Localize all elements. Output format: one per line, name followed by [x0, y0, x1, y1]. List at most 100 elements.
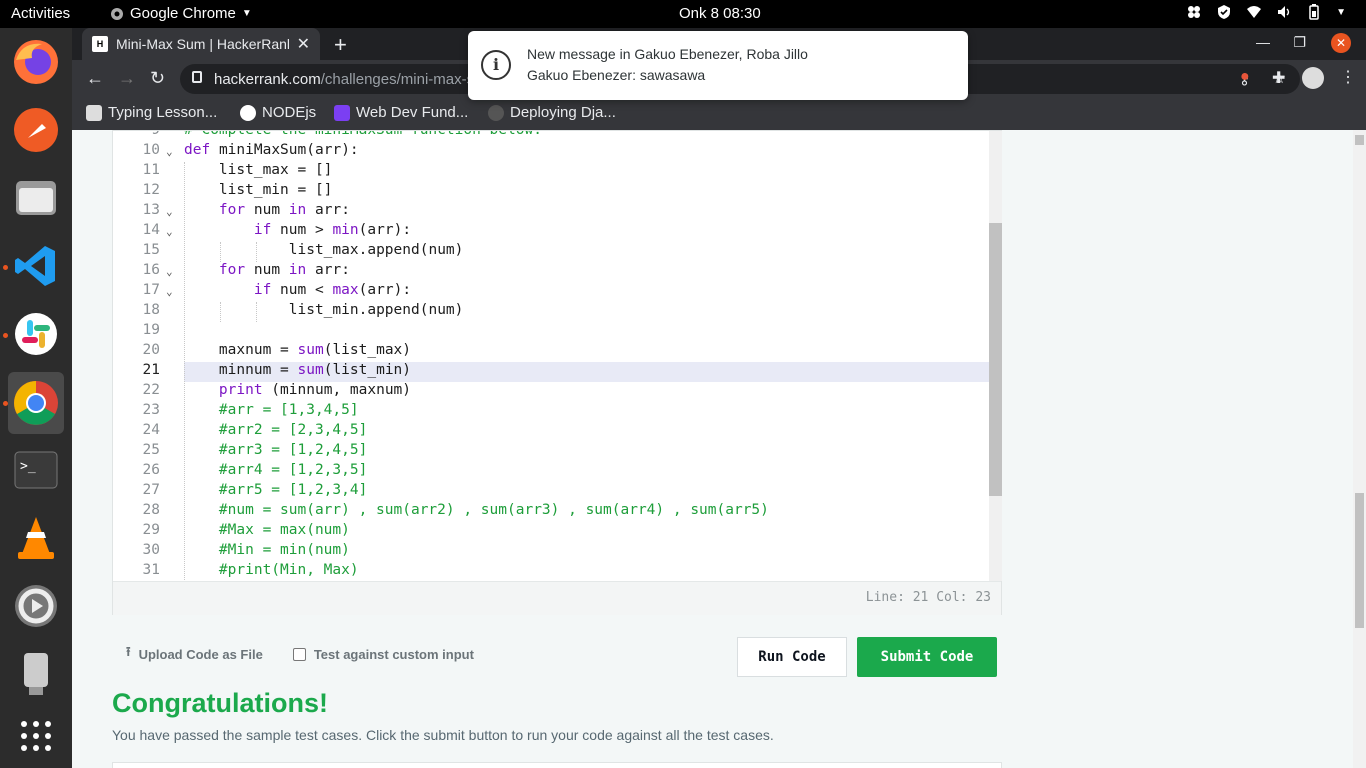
code-line[interactable]: print (minnum, maxnum) [184, 382, 411, 398]
fold-toggle-icon[interactable]: ⌄ [166, 145, 173, 158]
indent-guide [220, 242, 221, 262]
code-line[interactable]: #num = sum(arr) , sum(arr2) , sum(arr3) … [184, 502, 769, 518]
code-line[interactable]: list_min = [] [184, 182, 333, 198]
puzzle-icon[interactable]: ✚ [1272, 68, 1285, 88]
extension-icon[interactable]: ● [1240, 68, 1250, 86]
page-scrollbar-thumb[interactable] [1355, 493, 1364, 628]
close-window-button[interactable]: ✕ [1331, 33, 1351, 53]
code-line[interactable]: minnum = sum(list_min) [184, 362, 411, 378]
back-button[interactable]: ← [86, 68, 104, 89]
code-line[interactable]: #Min = min(num) [184, 542, 350, 558]
code-line[interactable]: if num < max(arr): [184, 282, 411, 298]
run-code-button[interactable]: Run Code [737, 637, 847, 677]
code-line[interactable]: # Complete the miniMaxSum function below… [184, 131, 542, 138]
code-line[interactable]: #Max = max(num) [184, 522, 350, 538]
editor-scrollbar[interactable] [989, 131, 1002, 581]
code-line[interactable]: list_max = [] [184, 162, 333, 178]
avatar[interactable] [1302, 67, 1324, 89]
chrome-icon [14, 381, 58, 425]
wifi-icon[interactable] [1246, 4, 1262, 20]
code-line[interactable]: def miniMaxSum(arr): [184, 142, 359, 158]
chevron-down-icon: ▼ [241, 8, 252, 19]
menu-icon[interactable]: ⋮ [1340, 67, 1356, 87]
minimize-button[interactable]: — [1256, 34, 1270, 50]
line-number: 23 [142, 402, 160, 418]
code-line[interactable]: #print(Min, Max) [184, 562, 359, 578]
page-scrollbar[interactable] [1353, 130, 1366, 768]
fold-toggle-icon[interactable]: ⌄ [166, 205, 173, 218]
code-line[interactable]: #arr4 = [1,2,3,5] [184, 462, 367, 478]
tab-title: Mini-Max Sum | HackerRank [116, 36, 289, 52]
new-tab-button[interactable]: + [334, 32, 347, 58]
result-heading: Congratulations! [112, 688, 328, 718]
custom-input-checkbox[interactable] [292, 647, 306, 661]
scroll-up-arrow[interactable] [1355, 135, 1364, 145]
message-notification[interactable]: i New message in Gakuo Ebenezer, Roba Ji… [468, 31, 968, 100]
code-editor[interactable]: 9 10 ⌄ 11 12 13 ⌄ 14 ⌄ 15 16 ⌄ 17 ⌄ 18 19 20 21 22 23 24 25 26… [112, 130, 1002, 615]
system-tray[interactable]: ▼ [1186, 4, 1346, 20]
slack-launcher[interactable] [8, 306, 64, 362]
reload-button[interactable]: ↻ [150, 68, 165, 89]
close-icon[interactable]: ✕ [297, 34, 310, 54]
line-number: 13 [142, 202, 160, 218]
code-area[interactable]: 9 10 ⌄ 11 12 13 ⌄ 14 ⌄ 15 16 ⌄ 17 ⌄ 18 19 20 21 22 23 24 25 26… [113, 131, 989, 581]
slack-icon [15, 313, 57, 355]
terminal-launcher[interactable]: >_ [8, 442, 64, 498]
app-menu-label: Google Chrome [130, 5, 236, 22]
usb-drive-launcher[interactable] [8, 646, 64, 702]
show-applications-button[interactable] [8, 708, 64, 764]
line-number: 11 [142, 162, 160, 178]
line-number: 18 [142, 302, 160, 318]
postman-launcher[interactable] [8, 102, 64, 158]
editor-scrollbar-thumb[interactable] [989, 223, 1002, 496]
code-line[interactable]: list_min.append(num) [184, 302, 464, 318]
upload-code-button[interactable]: ⭱ Upload Code as File [126, 643, 263, 665]
svg-text:>_: >_ [20, 459, 36, 474]
vscode-launcher[interactable] [8, 238, 64, 294]
settings-launcher[interactable] [8, 578, 64, 634]
code-line[interactable]: for num in arr: [184, 262, 350, 278]
code-line[interactable]: #arr5 = [1,2,3,4] [184, 482, 367, 498]
fold-toggle-icon[interactable]: ⌄ [166, 225, 173, 238]
app-menu[interactable]: Google Chrome ▼ [110, 5, 252, 22]
custom-input-toggle[interactable]: Test against custom input [292, 647, 474, 662]
code-line[interactable]: list_max.append(num) [184, 242, 464, 258]
fold-toggle-icon[interactable]: ⌄ [166, 285, 173, 298]
vlc-launcher[interactable] [8, 510, 64, 566]
bookmark-label: Web Dev Fund... [356, 104, 469, 121]
code-line[interactable]: #arr3 = [1,2,4,5] [184, 442, 367, 458]
activities-button[interactable]: Activities [11, 5, 70, 22]
bookmark-item[interactable]: Deploying Dja... [488, 104, 616, 121]
code-line[interactable]: maxnum = sum(list_max) [184, 342, 411, 358]
line-number: 15 [142, 242, 160, 258]
slack-tray-icon[interactable] [1186, 4, 1202, 20]
bookmark-favicon [86, 104, 102, 121]
shield-icon[interactable] [1216, 4, 1232, 20]
submit-code-button[interactable]: Submit Code [857, 637, 997, 677]
upload-label: Upload Code as File [138, 646, 263, 662]
url-host: hackerrank.com [214, 70, 321, 88]
code-line[interactable]: #arr2 = [2,3,4,5] [184, 422, 367, 438]
firefox-launcher[interactable] [8, 34, 64, 90]
forward-button[interactable]: → [118, 68, 136, 89]
bookmark-item[interactable]: Typing Lesson... [86, 104, 217, 121]
maximize-button[interactable]: ❐ [1293, 34, 1306, 51]
volume-icon[interactable] [1276, 4, 1292, 20]
battery-icon[interactable] [1306, 4, 1322, 20]
power-menu-chevron-icon[interactable]: ▼ [1336, 7, 1346, 18]
bookmark-label: Deploying Dja... [510, 104, 616, 121]
files-launcher[interactable] [8, 170, 64, 226]
tab-active[interactable]: H Mini-Max Sum | HackerRank ✕ [82, 28, 320, 60]
code-line[interactable]: #arr = [1,3,4,5] [184, 402, 359, 418]
result-message: You have passed the sample test cases. C… [112, 727, 774, 743]
chrome-launcher[interactable] [8, 372, 64, 434]
vlc-icon [18, 517, 54, 559]
line-number: 28 [142, 502, 160, 518]
line-number: 31 [142, 562, 160, 578]
bookmark-item[interactable]: Web Dev Fund... [334, 104, 468, 121]
bookmark-item[interactable]: NODEjs [240, 104, 316, 121]
code-line[interactable]: for num in arr: [184, 202, 350, 218]
clock[interactable]: Onk 8 08:30 [679, 5, 761, 22]
fold-toggle-icon[interactable]: ⌄ [166, 265, 173, 278]
code-line[interactable]: if num > min(arr): [184, 222, 411, 238]
